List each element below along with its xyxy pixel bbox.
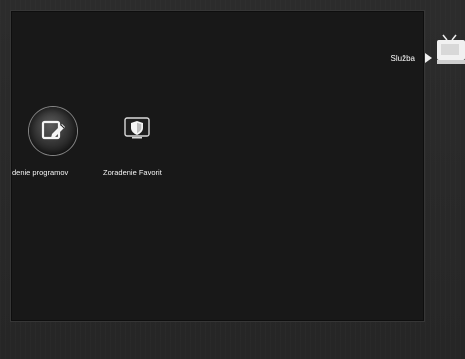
section-title: Služba [390,54,415,63]
menu-item-label-favorites-sort: Zoradenie Favorit [103,168,162,177]
tv-icon [434,32,465,72]
shield-favorites-icon [122,117,152,141]
menu-item-label-channel-editor: denie programov [12,168,69,177]
edit-icon [38,116,68,146]
main-panel [10,10,425,322]
right-arrow-icon [425,53,432,63]
